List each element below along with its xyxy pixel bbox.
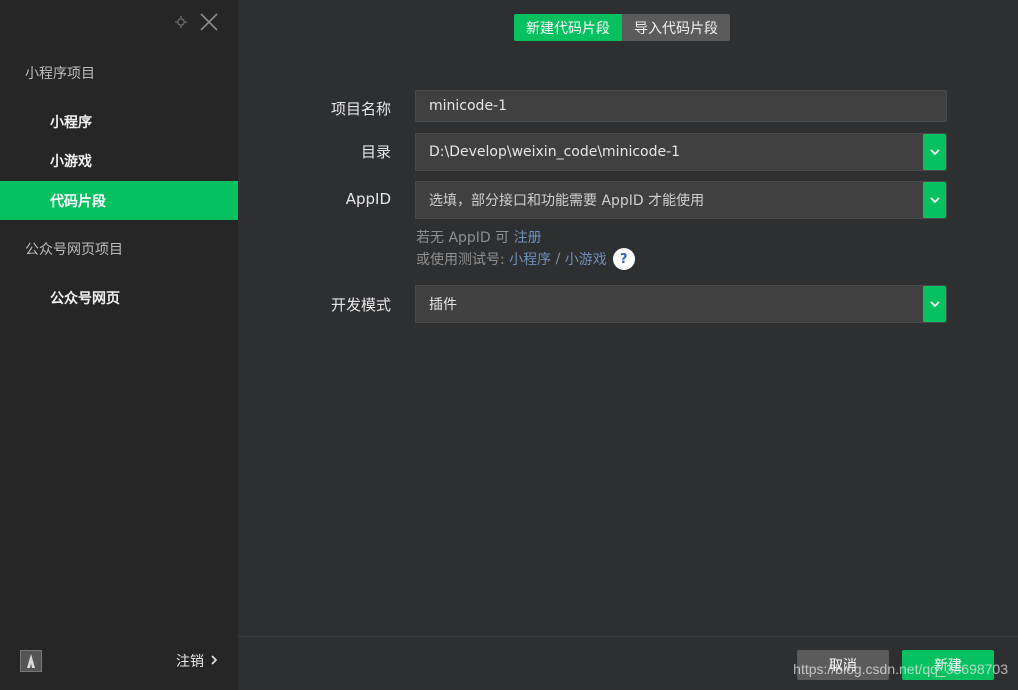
sidebar-item-label: 公众号网页 (50, 290, 120, 307)
chevron-down-icon (929, 149, 940, 155)
settings-gear-icon[interactable] (174, 15, 188, 29)
sidebar-item-minigame[interactable]: 小游戏 (0, 141, 238, 180)
directory-value: D:\Develop\weixin_code\minicode-1 (429, 144, 681, 160)
window-controls (174, 10, 220, 34)
project-name-field[interactable] (415, 90, 947, 122)
dev-mode-value: 插件 (429, 297, 457, 313)
appid-register-hint: 若无 AppID 可 注册 (416, 227, 542, 247)
project-name-input[interactable] (429, 98, 946, 114)
directory-label: 目录 (360, 143, 391, 161)
logout-button[interactable]: 注销 (176, 650, 218, 672)
section-official-account-projects: 公众号网页项目 (25, 242, 123, 258)
logout-label: 注销 (176, 654, 204, 670)
chevron-right-icon (210, 653, 218, 669)
appid-placeholder: 选填，部分接口和功能需要 AppID 才能使用 (429, 193, 705, 209)
help-icon[interactable]: ? (612, 248, 635, 270)
tab-import-snippet[interactable]: 导入代码片段 (622, 14, 730, 41)
section-miniprogram-projects: 小程序项目 (25, 66, 95, 82)
sidebar-item-label: 小程序 (50, 114, 92, 131)
tab-new-snippet[interactable]: 新建代码片段 (514, 14, 622, 41)
sidebar-item-label: 小游戏 (50, 153, 92, 170)
appid-dropdown-button[interactable] (923, 182, 946, 218)
footer-divider (238, 636, 1018, 637)
dev-mode-label: 开发模式 (330, 296, 391, 314)
watermark-text: https://blog.csdn.net/qq_38698703 (793, 661, 1008, 677)
main-panel: 新建代码片段 导入代码片段 项目名称 目录 D:\Develop\weixin_… (238, 0, 1018, 690)
chevron-down-icon (929, 197, 940, 203)
test-minigame-link[interactable]: 小游戏 (565, 249, 607, 269)
close-icon[interactable] (198, 11, 220, 33)
sidebar-item-official-webpage[interactable]: 公众号网页 (0, 278, 238, 317)
dev-mode-dropdown-button[interactable] (923, 286, 946, 322)
test-account-hint: 或使用测试号: 小程序 / 小游戏 ? (416, 248, 635, 270)
appid-label: AppID (345, 190, 391, 208)
hint-separator: / (555, 251, 561, 267)
dev-mode-select[interactable]: 插件 (415, 285, 947, 323)
sidebar-item-code-snippet[interactable]: 代码片段 (0, 181, 238, 220)
sidebar-footer: 注销 (0, 634, 238, 690)
directory-dropdown-button[interactable] (923, 134, 946, 170)
test-miniprogram-link[interactable]: 小程序 (509, 249, 551, 269)
register-link[interactable]: 注册 (514, 227, 542, 247)
directory-field[interactable]: D:\Develop\weixin_code\minicode-1 (415, 133, 947, 171)
avatar[interactable] (20, 650, 42, 672)
top-tabs: 新建代码片段 导入代码片段 (514, 14, 730, 41)
appid-field[interactable]: 选填，部分接口和功能需要 AppID 才能使用 (415, 181, 947, 219)
chevron-down-icon (929, 301, 940, 307)
sidebar-item-label: 代码片段 (50, 193, 106, 210)
project-name-label: 项目名称 (330, 100, 391, 118)
hint-text: 或使用测试号: (416, 252, 505, 268)
sidebar: 小程序项目 小程序 小游戏 代码片段 公众号网页项目 公众号网页 注销 (0, 0, 238, 690)
sidebar-item-miniprogram[interactable]: 小程序 (0, 102, 238, 141)
hint-text: 若无 AppID 可 (416, 230, 510, 246)
